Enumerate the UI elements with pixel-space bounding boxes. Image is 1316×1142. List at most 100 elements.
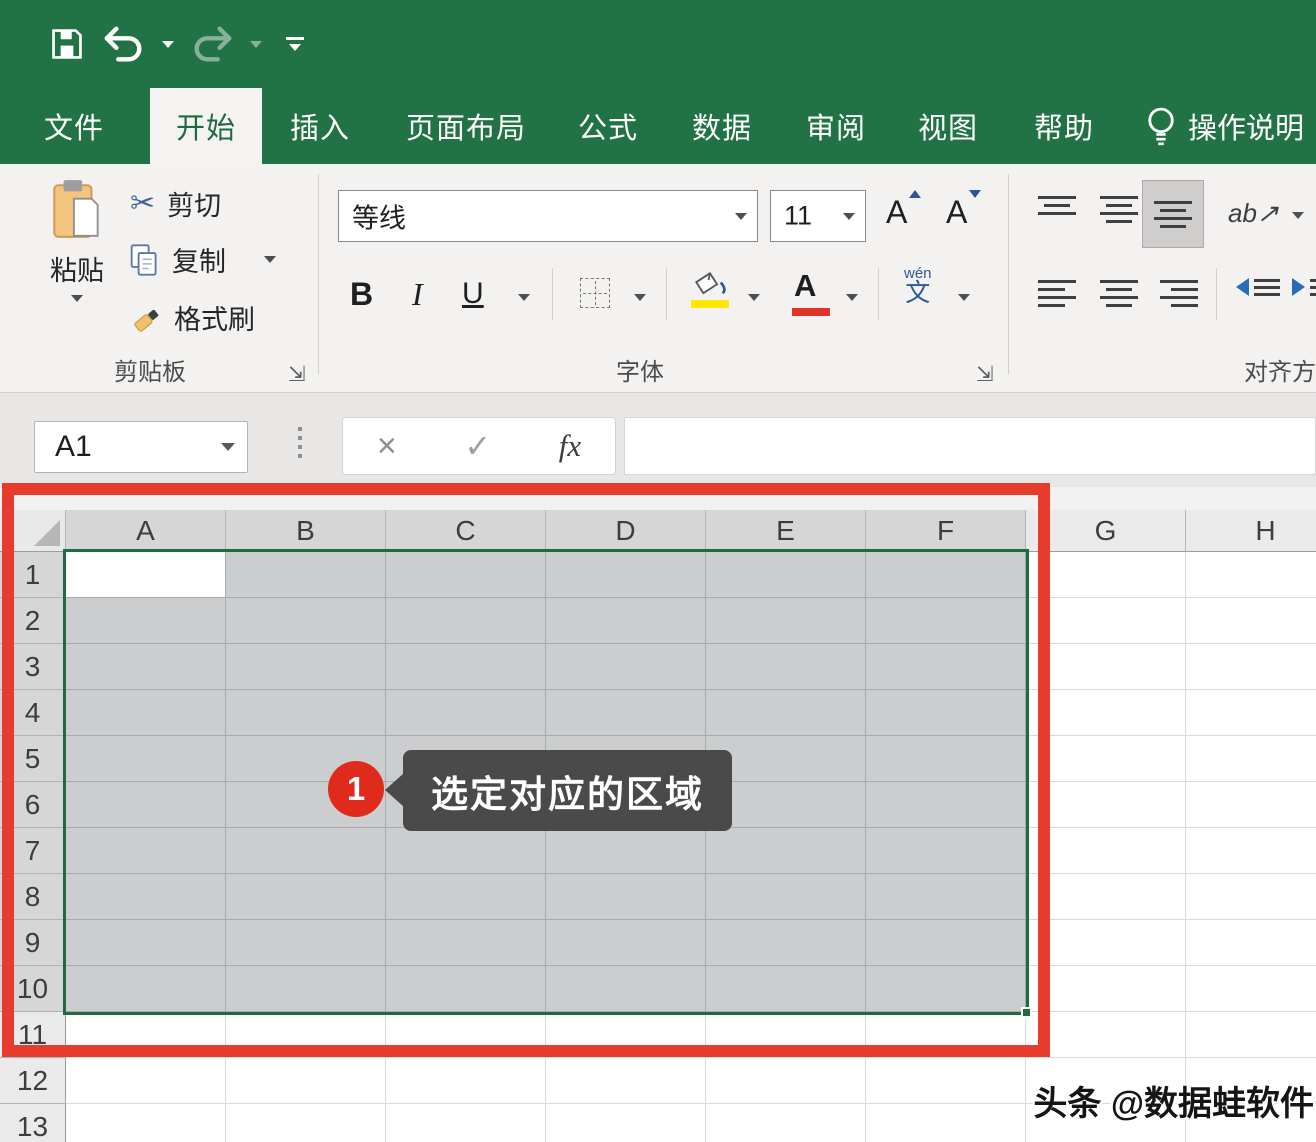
cancel-icon[interactable]: × <box>377 427 397 466</box>
cell-g11[interactable] <box>1026 1012 1186 1058</box>
cell-h4[interactable] <box>1186 690 1316 736</box>
orientation-button[interactable]: ab↗ <box>1228 198 1279 229</box>
center-button[interactable] <box>1100 280 1138 307</box>
font-name-dropdown-icon[interactable] <box>735 213 747 220</box>
font-dialog-launcher-icon[interactable]: ⇲ <box>976 364 994 385</box>
column-header-g[interactable]: G <box>1026 510 1186 552</box>
middle-align-button[interactable] <box>1100 196 1138 223</box>
cell-g1[interactable] <box>1026 552 1186 598</box>
column-header-h[interactable]: H <box>1186 510 1316 552</box>
cell-h6[interactable] <box>1186 782 1316 828</box>
borders-button[interactable] <box>580 278 610 308</box>
icon-part <box>583 293 607 294</box>
cell-c12[interactable] <box>386 1058 546 1104</box>
customize-quick-access-toolbar-button[interactable] <box>286 37 304 51</box>
cell-c13[interactable] <box>386 1104 546 1142</box>
align-right-button[interactable] <box>1160 280 1198 307</box>
format-painter-button[interactable]: 格式刷 <box>130 298 255 337</box>
tab-review[interactable]: 审阅 <box>788 88 884 164</box>
cell-h2[interactable] <box>1186 598 1316 644</box>
increase-indent-button[interactable] <box>1292 278 1316 296</box>
row-header-12[interactable]: 12 <box>0 1058 66 1104</box>
tab-help[interactable]: 帮助 <box>1014 88 1114 164</box>
name-box-dropdown-icon[interactable] <box>221 443 235 451</box>
cell-g10[interactable] <box>1026 966 1186 1012</box>
cell-g6[interactable] <box>1026 782 1186 828</box>
copy-button[interactable]: 复制 <box>128 240 276 279</box>
tab-home[interactable]: 开始 <box>150 88 262 164</box>
cell-g9[interactable] <box>1026 920 1186 966</box>
undo-button[interactable] <box>100 23 148 65</box>
cell-h11[interactable] <box>1186 1012 1316 1058</box>
orientation-dropdown-icon[interactable] <box>1292 212 1304 219</box>
font-color-button[interactable]: A <box>794 268 816 304</box>
paste-button[interactable]: 粘贴 <box>26 178 128 302</box>
cell-e13[interactable] <box>706 1104 866 1142</box>
cell-f13[interactable] <box>866 1104 1026 1142</box>
fill-color-bucket-icon <box>690 270 730 298</box>
cell-g5[interactable] <box>1026 736 1186 782</box>
insert-function-icon[interactable]: fx <box>559 428 581 464</box>
decrease-font-size-button[interactable]: A <box>946 194 967 231</box>
tab-formulas[interactable]: 公式 <box>560 88 656 164</box>
font-size-combobox[interactable]: 11 <box>770 190 866 242</box>
formula-bar-grip[interactable] <box>298 427 302 458</box>
tab-page-layout[interactable]: 页面布局 <box>386 88 546 164</box>
fill-color-button[interactable] <box>690 270 730 303</box>
undo-dropdown-icon[interactable] <box>162 41 174 48</box>
tell-me-search[interactable]: 操作说明 <box>1146 88 1304 164</box>
tab-insert[interactable]: 插入 <box>272 88 368 164</box>
cell-d12[interactable] <box>546 1058 706 1104</box>
font-color-dropdown-icon[interactable] <box>846 294 858 301</box>
formula-input[interactable] <box>624 417 1316 475</box>
cell-g2[interactable] <box>1026 598 1186 644</box>
cell-h8[interactable] <box>1186 874 1316 920</box>
cell-g8[interactable] <box>1026 874 1186 920</box>
align-left-button[interactable] <box>1038 280 1076 307</box>
cell-g7[interactable] <box>1026 828 1186 874</box>
bold-button[interactable]: B <box>350 276 373 313</box>
cell-h10[interactable] <box>1186 966 1316 1012</box>
phonetic-dropdown-icon[interactable] <box>958 294 970 301</box>
cell-h9[interactable] <box>1186 920 1316 966</box>
font-name-combobox[interactable]: 等线 <box>338 190 758 242</box>
tab-file[interactable]: 文件 <box>22 88 126 164</box>
phonetic-guide-button[interactable]: wén 文 <box>904 266 932 306</box>
decrease-indent-button[interactable] <box>1236 278 1280 296</box>
paste-dropdown-icon[interactable] <box>71 295 83 302</box>
save-button[interactable] <box>48 25 86 63</box>
bottom-align-button-selected[interactable] <box>1142 180 1204 248</box>
cell-f12[interactable] <box>866 1058 1026 1104</box>
small-separator <box>666 268 667 320</box>
chevron-down-icon <box>289 44 301 51</box>
underline-button[interactable]: U <box>462 277 484 311</box>
cell-d13[interactable] <box>546 1104 706 1142</box>
cell-h5[interactable] <box>1186 736 1316 782</box>
cell-h7[interactable] <box>1186 828 1316 874</box>
fill-color-dropdown-icon[interactable] <box>748 294 760 301</box>
increase-font-size-button[interactable]: A <box>886 194 907 231</box>
cut-button[interactable]: ✂ 剪切 <box>130 184 221 223</box>
font-size-dropdown-icon[interactable] <box>843 213 855 220</box>
row-header-13[interactable]: 13 <box>0 1104 66 1142</box>
tab-data[interactable]: 数据 <box>674 88 770 164</box>
cell-h3[interactable] <box>1186 644 1316 690</box>
cell-e12[interactable] <box>706 1058 866 1104</box>
copy-dropdown-icon[interactable] <box>264 256 276 263</box>
cell-b13[interactable] <box>226 1104 386 1142</box>
cell-g3[interactable] <box>1026 644 1186 690</box>
italic-button[interactable]: I <box>412 276 423 313</box>
name-box[interactable]: A1 <box>34 421 248 473</box>
tab-view[interactable]: 视图 <box>900 88 996 164</box>
cell-b12[interactable] <box>226 1058 386 1104</box>
clipboard-dialog-launcher-icon[interactable]: ⇲ <box>288 364 306 385</box>
top-align-button[interactable] <box>1038 196 1076 215</box>
cell-h1[interactable] <box>1186 552 1316 598</box>
underline-dropdown-icon[interactable] <box>518 294 530 301</box>
cell-a13[interactable] <box>66 1104 226 1142</box>
format-painter-icon <box>130 303 162 333</box>
cell-g4[interactable] <box>1026 690 1186 736</box>
borders-dropdown-icon[interactable] <box>634 294 646 301</box>
cell-a12[interactable] <box>66 1058 226 1104</box>
enter-icon[interactable]: ✓ <box>464 427 491 465</box>
